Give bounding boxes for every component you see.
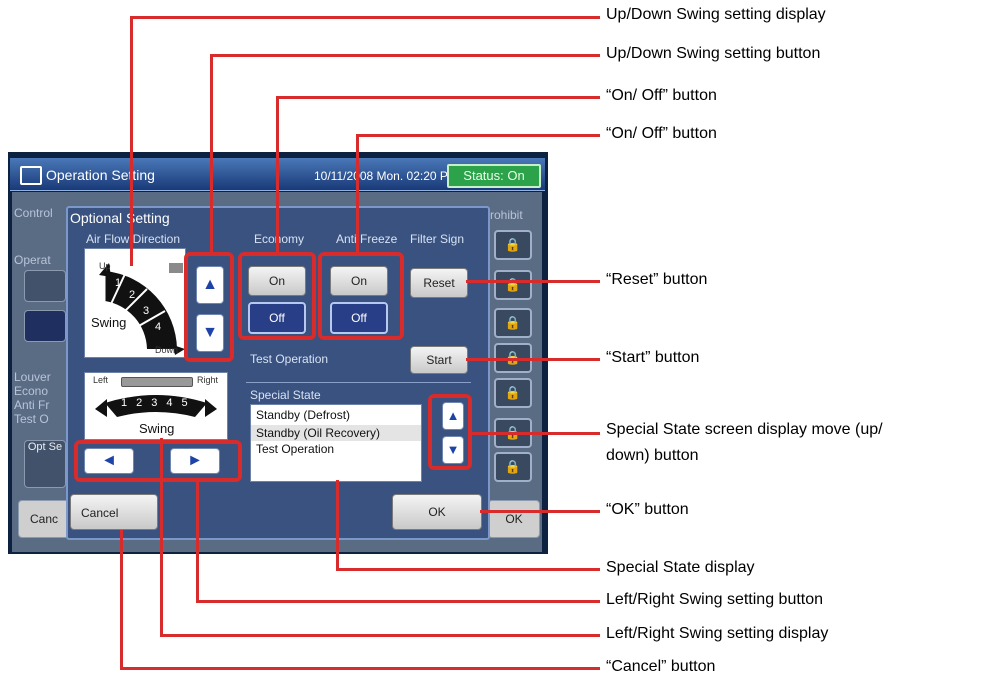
leader-line xyxy=(466,358,600,361)
highlight-ud-button xyxy=(184,252,234,362)
special-state-item: Standby (Defrost) xyxy=(256,408,351,422)
annotation-reset: “Reset” button xyxy=(606,271,708,288)
swing-label: Swing xyxy=(91,315,127,330)
leader-line xyxy=(160,634,600,637)
lock-icon: 🔒 xyxy=(494,378,532,408)
leader-line xyxy=(466,280,600,283)
leader-line xyxy=(356,134,600,137)
special-state-item: Standby (Oil Recovery) xyxy=(251,425,421,441)
leader-line xyxy=(356,134,359,254)
leader-line xyxy=(120,667,600,670)
bg-option-button: Opt Se xyxy=(24,440,66,488)
test-operation-label: Test Operation xyxy=(250,352,329,366)
highlight-economy xyxy=(238,252,316,340)
cancel-button[interactable]: Cancel xyxy=(70,494,158,530)
highlight-lr-button xyxy=(74,440,242,482)
left-right-swing-display: Left Right 12345 Swing xyxy=(84,372,228,440)
annotation-cancel: “Cancel” button xyxy=(606,658,716,675)
down-label: Down xyxy=(155,345,179,355)
bg-button-2 xyxy=(24,310,66,342)
divider xyxy=(246,382,471,383)
leader-line xyxy=(480,510,600,513)
highlight-special-state-arrows xyxy=(428,394,472,470)
bg-prohibit-label: rohibit xyxy=(490,208,523,222)
highlight-anti-freeze xyxy=(318,252,404,340)
filter-reset-button[interactable]: Reset xyxy=(410,268,468,298)
leader-line xyxy=(336,480,339,570)
bg-louver-label: Louver xyxy=(14,370,51,384)
leader-line xyxy=(472,432,600,435)
lock-icon: 🔒 xyxy=(494,308,532,338)
annotation-start: “Start” button xyxy=(606,349,700,366)
status-badge: Status: On xyxy=(447,164,541,188)
up-label: Up xyxy=(99,261,111,271)
leader-line xyxy=(160,438,163,636)
annotation-lr-button: Left/Right Swing setting button xyxy=(606,591,824,608)
segment-2: 2 xyxy=(129,289,136,301)
leader-line xyxy=(196,600,600,603)
leader-line xyxy=(130,16,600,19)
bg-cancel-button: Canc xyxy=(18,500,70,538)
lr-swing-label: Swing xyxy=(139,421,175,436)
screen-title: Operation Setting xyxy=(46,167,155,183)
special-state-label: Special State xyxy=(250,388,321,402)
leader-line xyxy=(276,96,279,254)
bg-anti-label: Anti Fr xyxy=(14,398,50,412)
special-state-list: Standby (Defrost) Standby (Oil Recovery)… xyxy=(250,404,422,482)
bg-econo-label: Econo xyxy=(14,384,49,398)
leader-line xyxy=(120,530,123,670)
annotation-special-move-1: Special State screen display move (up/ xyxy=(606,421,883,438)
annotation-special-display: Special State display xyxy=(606,559,755,576)
lock-icon: 🔒 xyxy=(494,270,532,300)
bg-control-label: Control xyxy=(14,206,53,220)
annotation-ok: “OK” button xyxy=(606,501,689,518)
ok-button[interactable]: OK xyxy=(392,494,482,530)
segment-1: 1 xyxy=(115,277,122,289)
leader-line xyxy=(130,16,133,266)
lr-segment-2: 2 xyxy=(136,397,152,409)
bg-button-1 xyxy=(24,270,66,302)
window-icon xyxy=(20,166,42,185)
dialog-title: Optional Setting xyxy=(70,210,170,226)
datetime-display: 10/11/2008 Mon. 02:20 PM xyxy=(314,169,458,183)
up-down-swing-display: Up Down Swing 1 2 3 4 xyxy=(84,248,186,358)
leader-line xyxy=(210,54,213,254)
segment-3: 3 xyxy=(143,305,150,317)
annotation-onoff-2: “On/ Off” button xyxy=(606,125,717,142)
lr-segment-4: 4 xyxy=(166,397,182,409)
annotation-ud-button: Up/Down Swing setting button xyxy=(606,45,821,62)
air-flow-header: Air Flow Direction xyxy=(86,232,181,246)
lr-segment-5: 5 xyxy=(181,397,197,409)
economy-header: Economy xyxy=(254,232,305,246)
leader-line xyxy=(336,568,600,571)
lr-segment-1: 1 xyxy=(121,397,137,409)
leader-line xyxy=(210,54,600,57)
leader-line xyxy=(276,96,600,99)
filter-sign-header: Filter Sign xyxy=(410,232,465,246)
annotation-onoff-1: “On/ Off” button xyxy=(606,87,717,104)
bg-operation-label: Operat xyxy=(14,253,51,267)
special-state-item: Test Operation xyxy=(256,442,335,456)
bg-test-label: Test O xyxy=(14,412,49,426)
segment-4: 4 xyxy=(155,321,162,333)
lock-icon: 🔒 xyxy=(494,230,532,260)
anti-freeze-header: Anti Freeze xyxy=(336,232,398,246)
bg-ok-button: OK xyxy=(488,500,540,538)
test-start-button[interactable]: Start xyxy=(410,346,468,374)
annotation-lr-display: Left/Right Swing setting display xyxy=(606,625,829,642)
lock-icon: 🔒 xyxy=(494,452,532,482)
lr-segments: 12345 xyxy=(121,397,197,409)
annotation-special-move-2: down) button xyxy=(606,447,699,464)
lr-segment-3: 3 xyxy=(151,397,167,409)
annotation-ud-display: Up/Down Swing setting display xyxy=(606,6,826,23)
leader-line xyxy=(196,482,199,602)
